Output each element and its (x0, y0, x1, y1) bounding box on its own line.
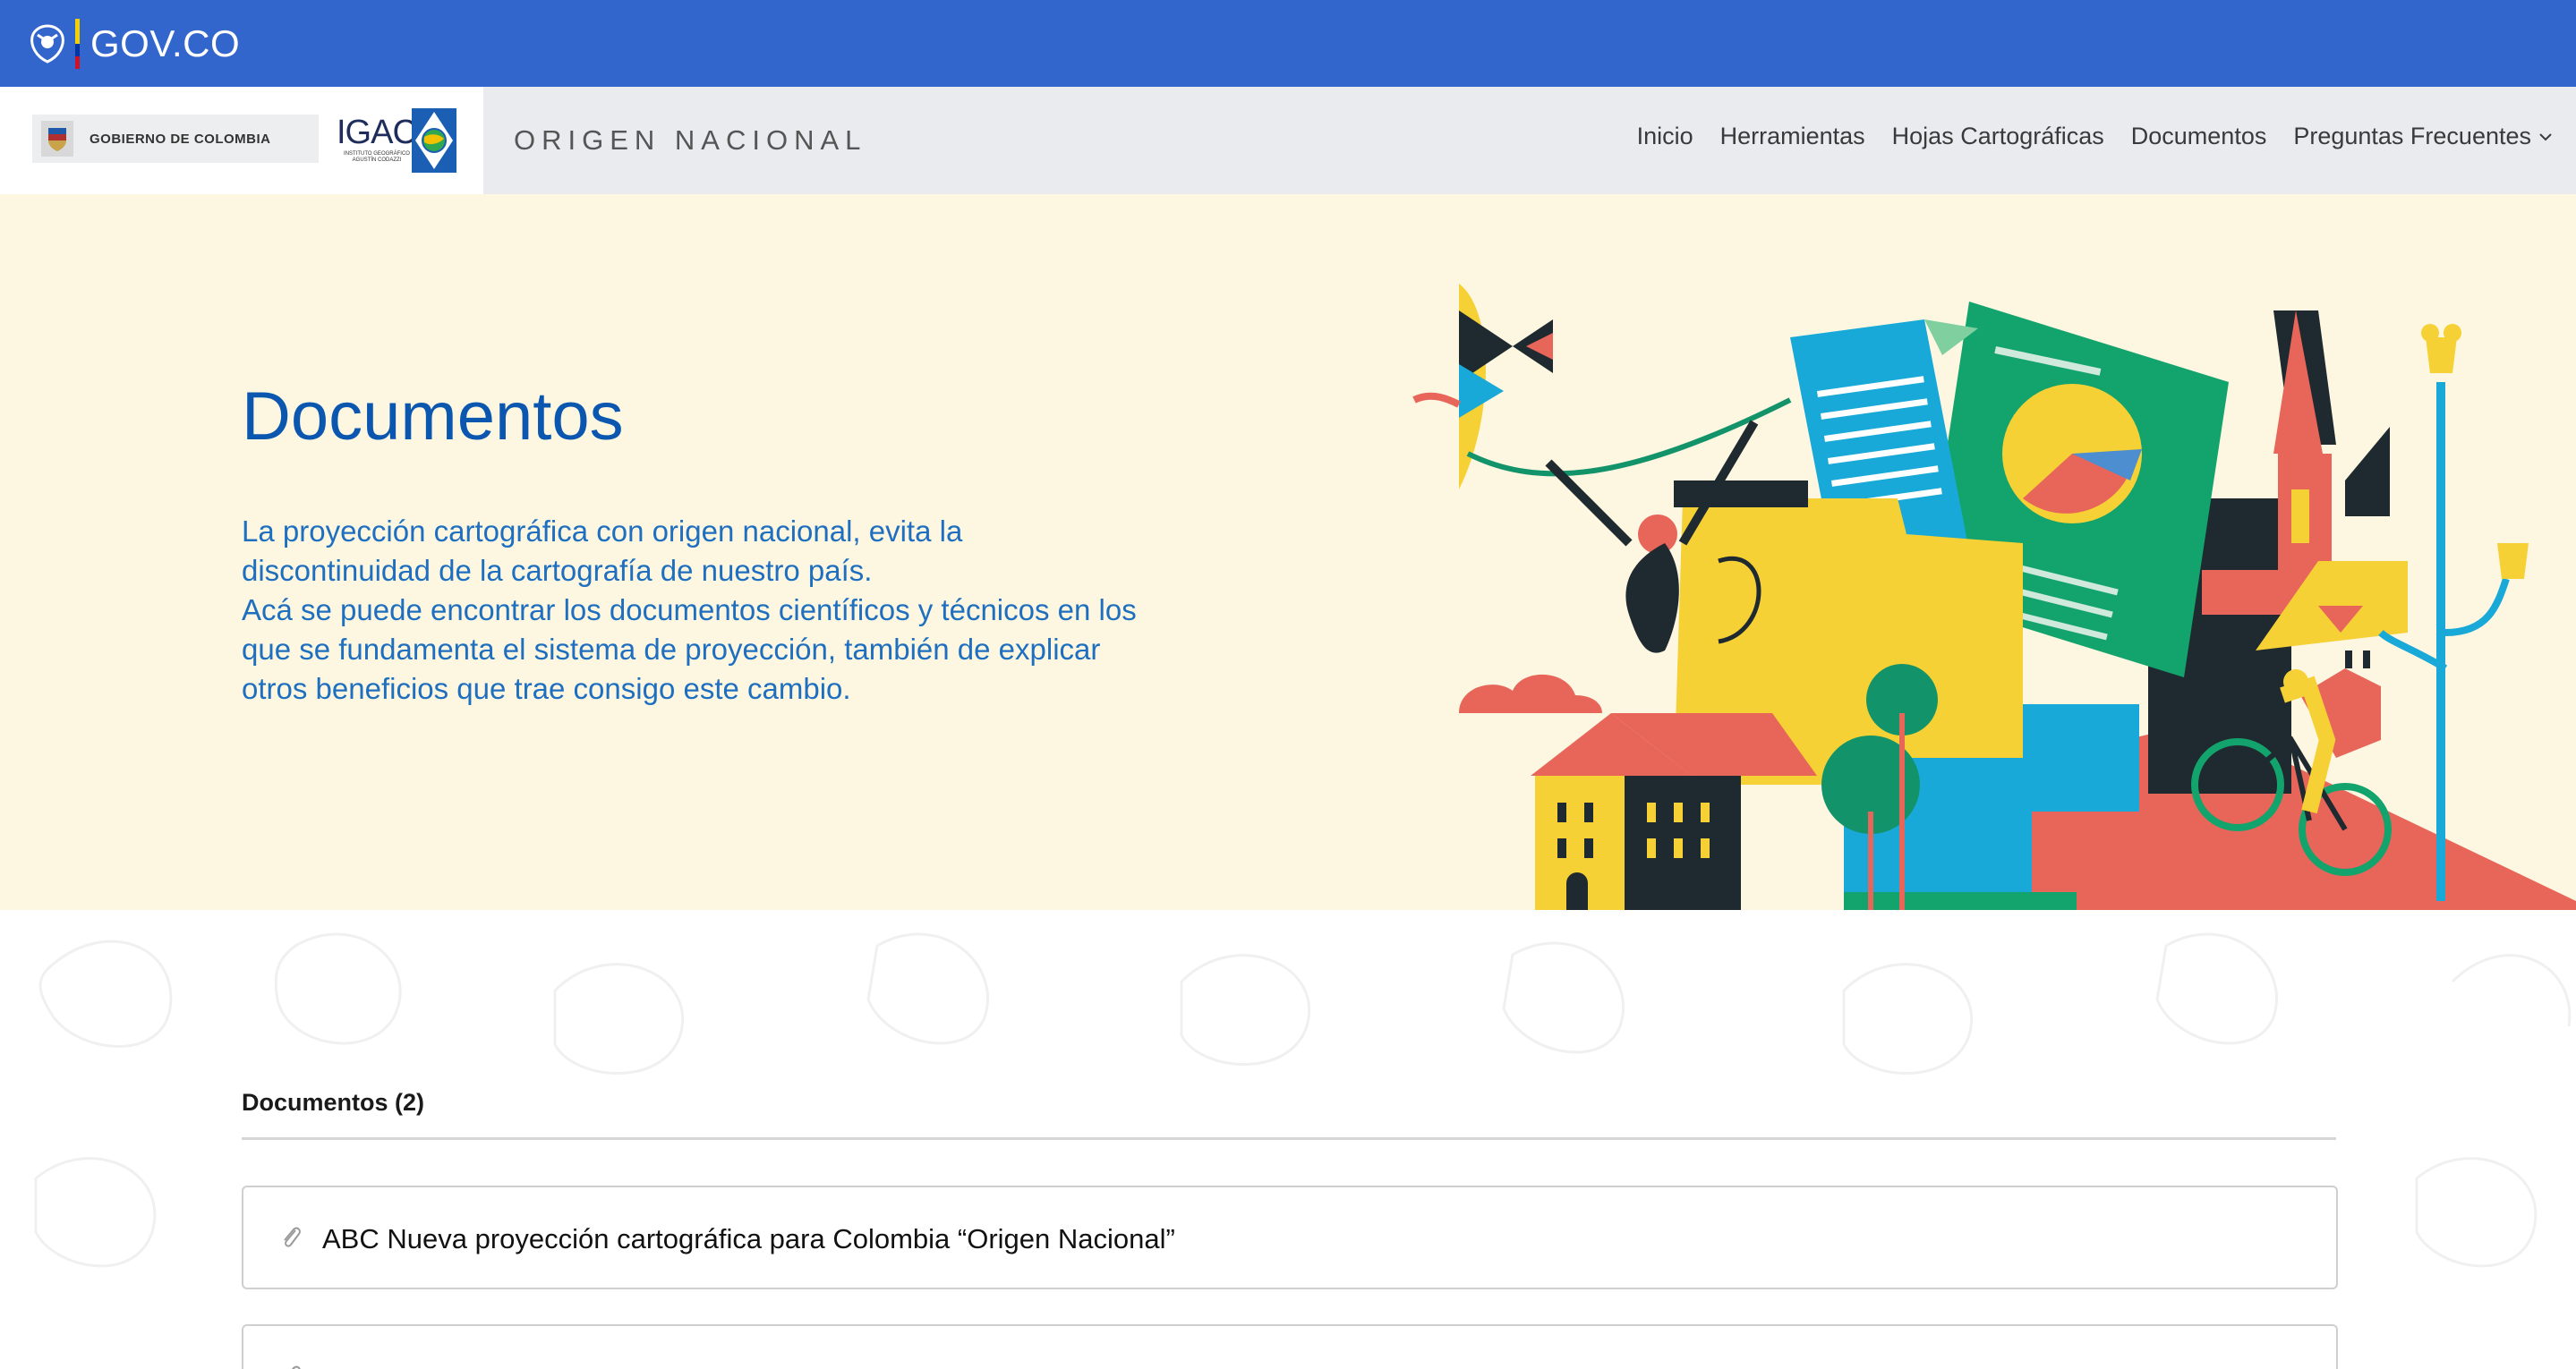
nav-item-preguntas-frecuentes[interactable]: Preguntas Frecuentes (2293, 123, 2531, 150)
coat-of-arms-icon (41, 121, 73, 157)
hero-description-line-1: La proyección cartográfica con origen na… (242, 514, 963, 587)
logo-area: GOBIERNO DE COLOMBIA IGAC INSTITUTO GEOG… (0, 87, 483, 194)
nav-item-hojas-cartograficas[interactable]: Hojas Cartográficas (1892, 123, 2104, 150)
igac-logo[interactable]: IGAC INSTITUTO GEOGRÁFICO AGUSTÍN CODAZZ… (335, 108, 456, 173)
hero-description-line-2: Acá se puede encontrar los documentos ci… (242, 593, 1137, 705)
site-header: GOBIERNO DE COLOMBIA IGAC INSTITUTO GEOG… (0, 87, 2576, 194)
documents-count-heading: Documentos (2) (242, 1089, 425, 1116)
igac-globe-icon (412, 108, 456, 173)
colombia-crest-icon (30, 23, 64, 64)
govco-bar: GOV.CO (0, 0, 2576, 87)
document-item[interactable] (242, 1324, 2338, 1369)
paperclip-icon (284, 1227, 301, 1247)
nav-item-inicio[interactable]: Inicio (1637, 123, 1693, 150)
document-title[interactable]: ABC Nueva proyección cartográfica para C… (322, 1223, 1175, 1255)
igac-sublabel: INSTITUTO GEOGRÁFICO AGUSTÍN CODAZZI (344, 151, 410, 163)
site-name: ORIGEN NACIONAL (514, 124, 867, 156)
main-nav: Inicio Herramientas Hojas Cartográficas … (1610, 123, 2553, 150)
nav-item-herramientas[interactable]: Herramientas (1720, 123, 1865, 150)
hero-section: Documentos La proyección cartográfica co… (0, 194, 2576, 910)
hero-illustration (1412, 284, 2576, 910)
hero-description: La proyección cartográfica con origen na… (242, 512, 1137, 709)
govco-link[interactable]: GOV.CO (90, 22, 240, 65)
igac-label: IGAC (337, 114, 417, 151)
nav-item-documentos[interactable]: Documentos (2131, 123, 2267, 150)
document-item[interactable]: ABC Nueva proyección cartográfica para C… (242, 1186, 2338, 1289)
gobierno-logo[interactable]: GOBIERNO DE COLOMBIA (32, 115, 319, 163)
chevron-down-icon[interactable] (2538, 132, 2553, 141)
paperclip-icon (291, 1365, 301, 1369)
gobierno-label: GOBIERNO DE COLOMBIA (90, 131, 271, 147)
documents-divider (242, 1137, 2336, 1140)
page-title: Documentos (242, 378, 624, 455)
documents-section: Documentos (2) ABC Nueva proyección cart… (0, 910, 2576, 1369)
flag-stripe (75, 18, 80, 69)
